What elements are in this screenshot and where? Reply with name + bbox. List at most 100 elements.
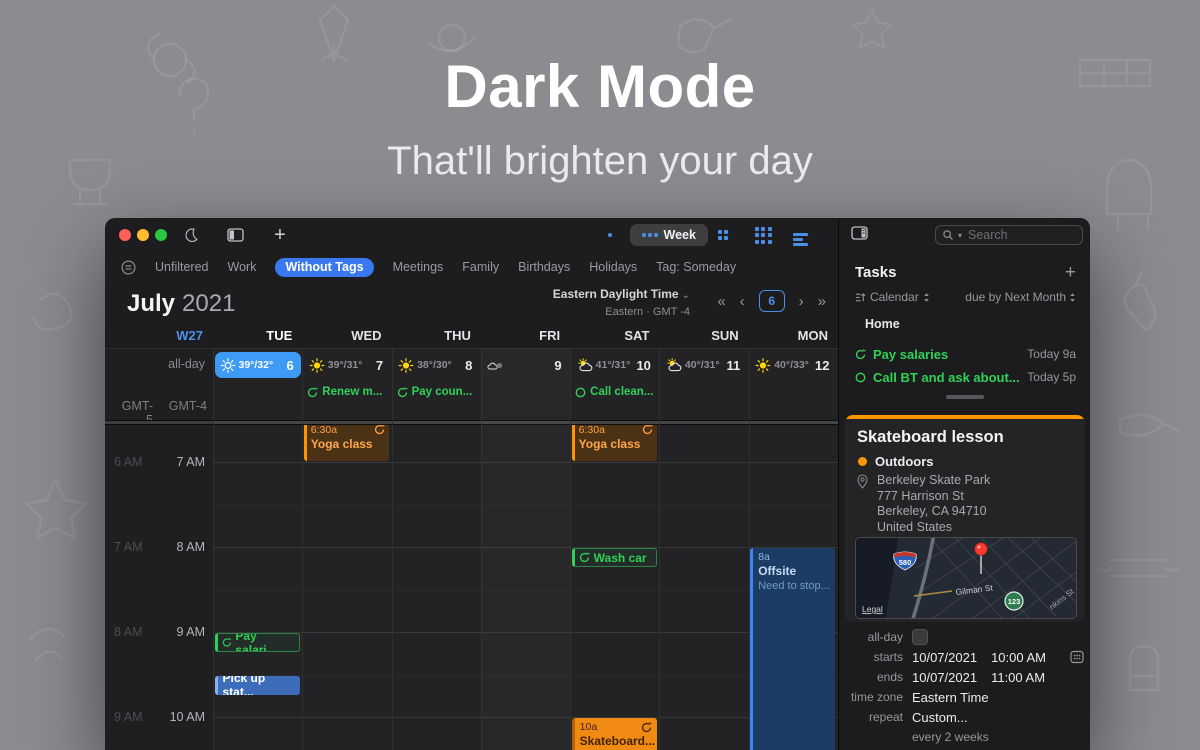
filter-menu-icon[interactable] <box>121 259 136 275</box>
search-field[interactable]: ▾ <box>935 225 1083 245</box>
day-header-tue[interactable]: TUE <box>213 328 302 343</box>
map-legal-link[interactable]: Legal <box>862 604 883 614</box>
zoom-window-button[interactable] <box>155 229 167 241</box>
filter-item-holidays[interactable]: Holidays <box>589 260 637 274</box>
week-number-label: W27 <box>176 328 203 343</box>
day-weather-cell-sat[interactable]: 41°/31° 10 <box>572 352 658 378</box>
day-header-row: W27 TUE WED THU FRI SAT SUN MON <box>105 326 838 348</box>
task-row[interactable]: Call BT and ask about... Today 5p <box>855 368 1076 386</box>
date-number: 7 <box>375 357 384 373</box>
next-week-button[interactable]: › <box>799 293 804 310</box>
day-view-icon[interactable] <box>608 233 612 237</box>
day-weather-cell-tue[interactable]: 39°/32° 6 <box>214 352 301 378</box>
prev-week-fast-button[interactable]: « <box>717 293 725 310</box>
today-button[interactable]: 6 <box>758 290 785 312</box>
app-window: + Week Unfiltered Work Without Tags Meeting… <box>105 218 1090 750</box>
day-header-thu[interactable]: THU <box>392 328 481 343</box>
sun-cloud-icon <box>577 357 593 371</box>
event-yoga-class[interactable]: 6:30a Yoga class <box>571 425 657 461</box>
week-view-button[interactable]: Week <box>630 224 708 246</box>
ends-date-value[interactable]: 10/07/2021 <box>912 670 977 685</box>
event-skateboard-[interactable]: 10a Skateboard... <box>571 718 657 750</box>
tasks-sort-control[interactable]: Calendar <box>855 290 930 304</box>
day-header-mon[interactable]: MON <box>749 328 838 343</box>
prev-week-button[interactable]: ‹ <box>740 293 745 310</box>
list-view-icon[interactable] <box>793 224 809 255</box>
starts-time-value[interactable]: 10:00 AM <box>991 650 1046 665</box>
all-day-checkbox[interactable] <box>912 629 928 645</box>
panel-toggle-icon[interactable] <box>851 226 868 243</box>
day-header-fri[interactable]: FRI <box>481 328 570 343</box>
all-day-task[interactable]: Call clean... <box>575 384 654 400</box>
date-number: 8 <box>465 357 473 373</box>
all-day-task[interactable]: Renew m... <box>307 384 386 400</box>
ends-time-value[interactable]: 11:00 AM <box>991 670 1045 685</box>
day-header-sun[interactable]: SUN <box>659 328 748 343</box>
search-icon <box>943 230 953 240</box>
repeat-icon <box>642 425 653 435</box>
date-number: 11 <box>726 357 741 373</box>
filter-item-tag-someday[interactable]: Tag: Someday <box>656 260 736 274</box>
location-pin-icon <box>856 474 869 492</box>
sidebar-toggle-icon[interactable] <box>225 224 245 246</box>
day-header-sat[interactable]: SAT <box>570 328 659 343</box>
filter-item-birthdays[interactable]: Birthdays <box>518 260 570 274</box>
event-yoga-class[interactable]: 6:30a Yoga class <box>303 425 390 461</box>
all-day-label: all-day <box>168 357 205 371</box>
starts-date-value[interactable]: 10/07/2021 <box>912 650 977 665</box>
window-toolbar: + Week <box>105 218 838 252</box>
field-label: time zone <box>850 690 903 704</box>
day-weather-cell-fri[interactable]: 9 <box>482 352 568 378</box>
date-picker-icon[interactable] <box>1070 650 1084 664</box>
field-label: starts <box>873 650 903 664</box>
tasks-due-filter[interactable]: due by Next Month <box>965 290 1076 304</box>
timezone-value[interactable]: Eastern Time <box>912 690 989 705</box>
repeat-icon <box>397 386 408 397</box>
repeat-icon <box>375 425 386 435</box>
day-weather-cell-sun[interactable]: 40°/31° 11 <box>661 352 747 378</box>
event-pick-up-stat-[interactable]: Pick up stat... <box>214 675 300 695</box>
filter-item-meetings[interactable]: Meetings <box>393 260 444 274</box>
day-header-wed[interactable]: WED <box>302 328 391 343</box>
event-calendar[interactable]: Outdoors <box>858 454 934 469</box>
next-week-fast-button[interactable]: » <box>818 293 826 310</box>
repeat-icon <box>222 637 232 647</box>
repeat-icon <box>579 552 590 563</box>
route-shield-icon: 123 <box>1004 591 1024 611</box>
day-weather-cell-thu[interactable]: 38°/30° 8 <box>393 352 479 378</box>
add-event-button[interactable]: + <box>270 224 290 246</box>
day-weather-cell-mon[interactable]: 40°/33° 12 <box>750 352 836 378</box>
moon-icon[interactable] <box>181 224 201 246</box>
svg-text:123: 123 <box>1008 597 1021 606</box>
filter-item-family[interactable]: Family <box>462 260 499 274</box>
filter-item-unfiltered[interactable]: Unfiltered <box>155 260 209 274</box>
all-day-task[interactable]: Pay coun... <box>397 384 476 400</box>
repeat-value[interactable]: Custom... <box>912 710 968 725</box>
calendar-header: July 2021 Eastern Daylight Time ⌄ Eastern … <box>105 282 838 326</box>
event-pay-salari-[interactable]: Pay salari... <box>214 633 300 652</box>
task-row[interactable]: Pay salaries Today 9a <box>855 345 1076 363</box>
year-view-icon[interactable] <box>753 224 773 246</box>
minimize-window-button[interactable] <box>137 229 149 241</box>
hero-title: Dark Mode <box>444 53 756 120</box>
day-weather-cell-wed[interactable]: 39°/31° 7 <box>304 352 390 378</box>
close-window-button[interactable] <box>119 229 131 241</box>
cloud-moon-icon <box>487 362 503 369</box>
drag-handle[interactable] <box>945 395 984 399</box>
calendar-week-view: July 2021 Eastern Daylight Time ⌄ Eastern … <box>105 282 838 750</box>
timezone-selector[interactable]: Eastern Daylight Time ⌄ Eastern · GMT -4 <box>553 286 690 320</box>
add-task-button[interactable]: + <box>1065 262 1076 284</box>
month-view-icon[interactable] <box>715 224 731 246</box>
task-due-label: Today 9a <box>1027 347 1076 361</box>
repeat-icon <box>855 348 866 359</box>
field-label: all-day <box>867 630 903 644</box>
date-navigation: « ‹ 6 › » <box>717 290 826 312</box>
hour-label: 9 AM <box>176 625 206 639</box>
event-location[interactable]: Berkeley Skate Park 777 Harrison St Berkel… <box>877 473 990 535</box>
event-offsite[interactable]: 8a Offsite Need to stop... <box>750 548 836 750</box>
filter-item-work[interactable]: Work <box>228 260 257 274</box>
event-wash-car[interactable]: Wash car <box>571 548 657 567</box>
filter-item-without-tags[interactable]: Without Tags <box>275 257 374 277</box>
map-preview[interactable]: 580 123 Gilman St nkins St Legal <box>855 537 1077 619</box>
search-input[interactable] <box>966 227 1071 243</box>
